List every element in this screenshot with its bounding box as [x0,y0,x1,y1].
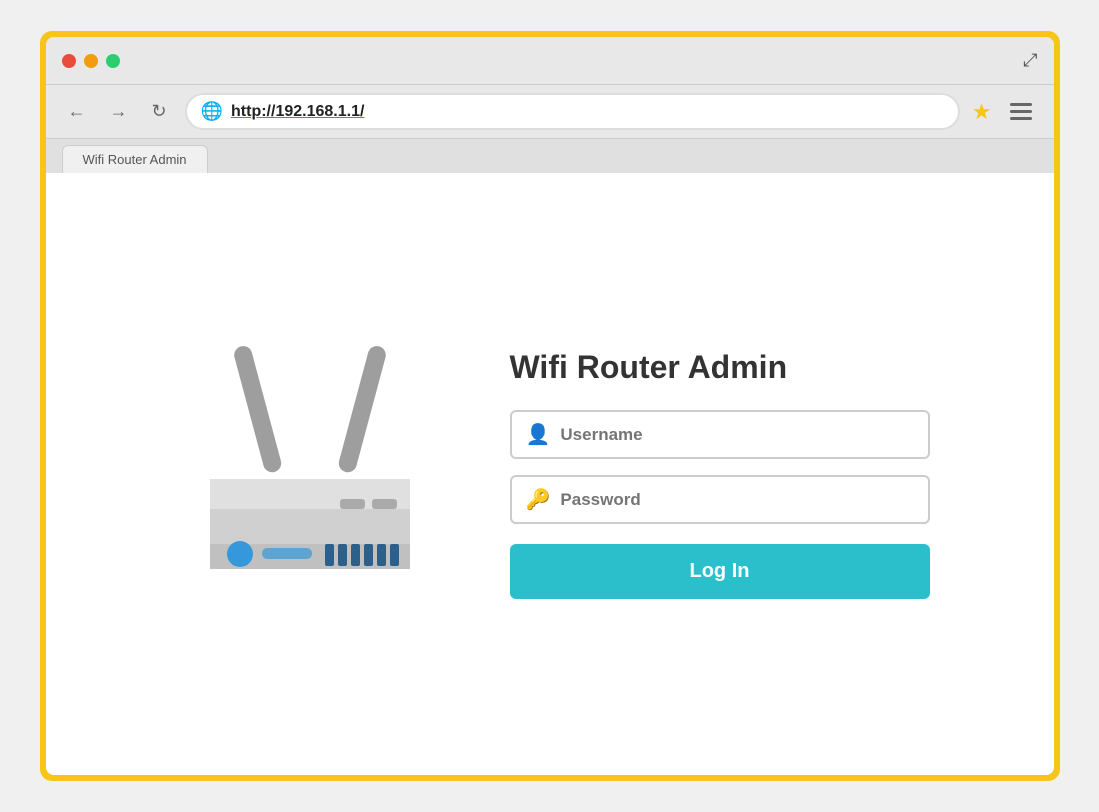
login-button[interactable]: Log In [510,544,930,599]
maximize-button[interactable] [106,54,120,68]
username-icon: 👤 [526,422,551,447]
outer-frame: ⤢ ← → ↻ 🌐 ★ Wifi Router Admin [40,31,1060,781]
password-input[interactable] [560,490,913,510]
traffic-lights [62,54,120,68]
menu-line-2 [1010,110,1032,113]
close-button[interactable] [62,54,76,68]
menu-button[interactable] [1004,97,1038,126]
reload-button[interactable]: ↻ [146,97,173,126]
password-field-wrapper[interactable]: 🔑 [510,475,930,524]
browser-window: ⤢ ← → ↻ 🌐 ★ Wifi Router Admin [46,37,1054,775]
password-icon: 🔑 [526,487,551,512]
router-svg [180,334,440,614]
back-button[interactable]: ← [62,97,92,126]
username-input[interactable] [560,425,913,445]
router-illustration [170,334,450,614]
page-content: Wifi Router Admin 👤 🔑 Log In [46,173,1054,775]
minimize-button[interactable] [84,54,98,68]
url-input[interactable] [231,103,944,121]
expand-icon[interactable]: ⤢ [1023,50,1037,71]
forward-button[interactable]: → [104,97,134,126]
bookmark-star-icon[interactable]: ★ [972,99,992,125]
menu-line-1 [1010,103,1032,106]
browser-tab[interactable]: Wifi Router Admin [62,145,208,173]
address-bar[interactable]: 🌐 [185,93,960,130]
nav-bar: ← → ↻ 🌐 ★ [46,85,1054,139]
page-title: Wifi Router Admin [510,349,930,386]
tab-bar: Wifi Router Admin [46,139,1054,173]
title-bar: ⤢ [46,37,1054,85]
globe-icon: 🌐 [201,101,223,122]
login-form: Wifi Router Admin 👤 🔑 Log In [510,349,930,599]
username-field-wrapper[interactable]: 👤 [510,410,930,459]
menu-line-3 [1010,117,1032,120]
